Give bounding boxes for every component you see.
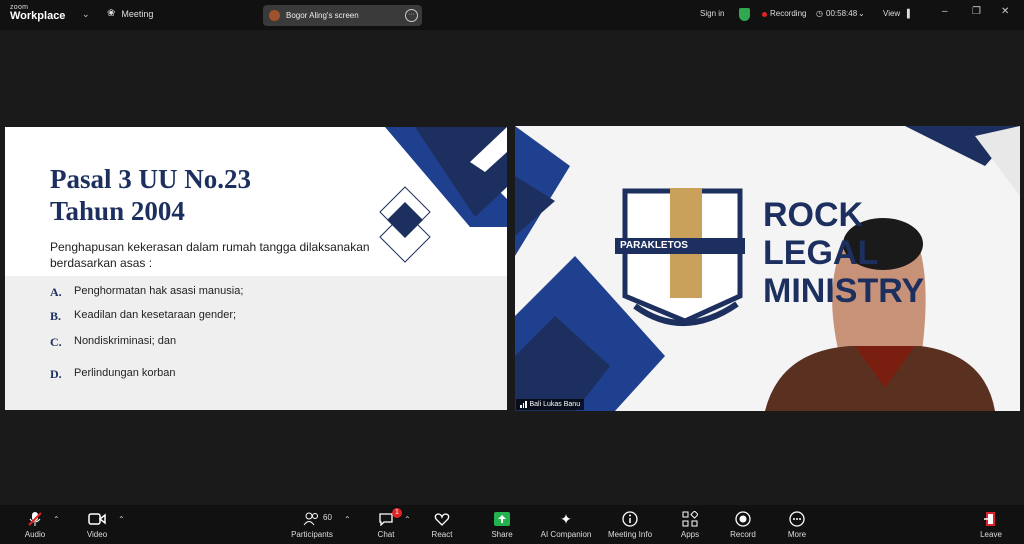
leave-button[interactable]: Leave (961, 510, 1021, 539)
screen-share-pill[interactable]: Bogor Aling's screen ··· (263, 5, 422, 26)
shield-icon[interactable] (739, 8, 750, 21)
banner-logo-text: PARAKLETOS (620, 240, 688, 251)
clock-icon: ◷ (816, 9, 823, 18)
participants-icon (282, 510, 342, 528)
participants-count: 60 (323, 513, 332, 522)
view-button[interactable]: View (883, 9, 900, 18)
signal-icon (520, 401, 527, 408)
share-label: Bogor Aling's screen (286, 11, 359, 20)
participants-label: Participants (291, 530, 333, 539)
list-letter: C. (50, 335, 62, 349)
banner-line3: MINISTRY (763, 272, 925, 310)
recording-dot-icon (762, 12, 767, 17)
brand-bottom: Workplace (10, 10, 66, 22)
list-letter: B. (50, 309, 62, 323)
audio-options-chevron-icon[interactable]: ⌃ (53, 515, 60, 524)
participants-chevron-icon[interactable]: ⌃ (344, 515, 351, 524)
slide-title-line1: Pasal 3 UU No.23 (50, 164, 251, 194)
list-item: B. Keadilan dan kesetaraan gender; (50, 309, 236, 324)
close-icon[interactable]: ✕ (1001, 6, 1009, 17)
view-layout-icon[interactable]: ▐ (904, 9, 910, 18)
sign-in-link[interactable]: Sign in (700, 9, 724, 18)
record-label: Record (730, 530, 756, 539)
banner-text: ROCK LEGAL MINISTRY (763, 196, 924, 310)
share-screen-icon (472, 510, 532, 528)
recording-label[interactable]: Recording (770, 9, 806, 18)
meeting-toolbar: Audio ⌃ Video ⌃ Participants 60 ⌃ 1 Chat… (0, 505, 1024, 544)
heart-icon (412, 510, 472, 528)
record-icon (713, 510, 773, 528)
restore-icon[interactable]: ❐ (972, 6, 981, 17)
chat-badge: 1 (392, 508, 402, 518)
more-icon (767, 510, 827, 528)
list-item: C. Nondiskriminasi; dan (50, 335, 176, 350)
participant-name: Bali Lukas Banu (529, 401, 581, 408)
list-text: Nondiskriminasi; dan (74, 335, 177, 347)
chat-chevron-icon[interactable]: ⌃ (404, 515, 411, 524)
banner-line2: LEGAL (763, 234, 879, 272)
more-button[interactable]: More (767, 510, 827, 539)
ai-companion-label: AI Companion (540, 530, 592, 539)
ai-companion-button[interactable]: ✦ AI Companion (536, 510, 596, 540)
share-label: Share (491, 530, 513, 539)
shared-slide: Pasal 3 UU No.23 Tahun 2004 Penghapusan … (5, 127, 507, 410)
info-icon (600, 510, 660, 528)
more-label: More (787, 530, 807, 539)
meeting-menu[interactable]: ❀ Meeting (107, 8, 153, 19)
paw-icon: ❀ (107, 8, 116, 19)
chevron-down-icon[interactable]: ⌄ (82, 9, 90, 20)
apps-button[interactable]: Apps (660, 510, 720, 539)
share-button[interactable]: Share (472, 510, 532, 539)
meeting-timer: 00:58:48 (826, 9, 858, 18)
list-letter: A. (50, 285, 62, 299)
meeting-info-label: Meeting Info (607, 530, 653, 539)
list-text: Penghormatan hak asasi manusia; (74, 285, 244, 297)
participant-name-tag: Bali Lukas Banu (516, 399, 585, 410)
audio-label: Audio (24, 530, 46, 539)
video-options-chevron-icon[interactable]: ⌃ (118, 515, 125, 524)
more-options-icon[interactable]: ··· (405, 9, 418, 22)
list-text: Perlindungan korban (74, 367, 176, 379)
react-label: React (431, 530, 453, 539)
apps-icon (660, 510, 720, 528)
record-button[interactable]: Record (713, 510, 773, 539)
meeting-info-button[interactable]: Meeting Info (600, 510, 660, 539)
avatar (269, 10, 280, 21)
slide-title-line2: Tahun 2004 (50, 196, 185, 226)
leave-door-icon (961, 510, 1021, 528)
banner-line1: ROCK (763, 196, 864, 234)
slide-intro: Penghapusan kekerasan dalam rumah tangga… (50, 240, 370, 270)
chat-label: Chat (377, 530, 395, 539)
minimize-icon[interactable]: – (942, 6, 948, 17)
participant-video[interactable]: PARAKLETOS ROCK LEGAL MINISTRY Bali Luka… (515, 126, 1020, 411)
list-item: A. Penghormatan hak asasi manusia; (50, 285, 243, 300)
leave-label: Leave (980, 530, 1002, 539)
list-item: D. Perlindungan korban (50, 367, 176, 382)
zoom-logo: zoom Workplace (10, 4, 65, 22)
sparkle-icon: ✦ (560, 510, 572, 527)
video-label: Video (86, 530, 108, 539)
slide-title: Pasal 3 UU No.23 Tahun 2004 (50, 163, 251, 227)
slide-decoration-shapes (379, 127, 507, 263)
list-letter: D. (50, 367, 62, 381)
list-text: Keadilan dan kesetaraan gender; (74, 309, 237, 321)
apps-label: Apps (680, 530, 700, 539)
participants-button[interactable]: Participants (282, 510, 342, 539)
meeting-label: Meeting (121, 8, 154, 19)
title-bar: zoom Workplace ⌄ ❀ Meeting Bogor Aling's… (0, 0, 1024, 30)
timer-chevron-icon[interactable]: ⌄ (858, 9, 865, 18)
react-button[interactable]: React (412, 510, 472, 539)
